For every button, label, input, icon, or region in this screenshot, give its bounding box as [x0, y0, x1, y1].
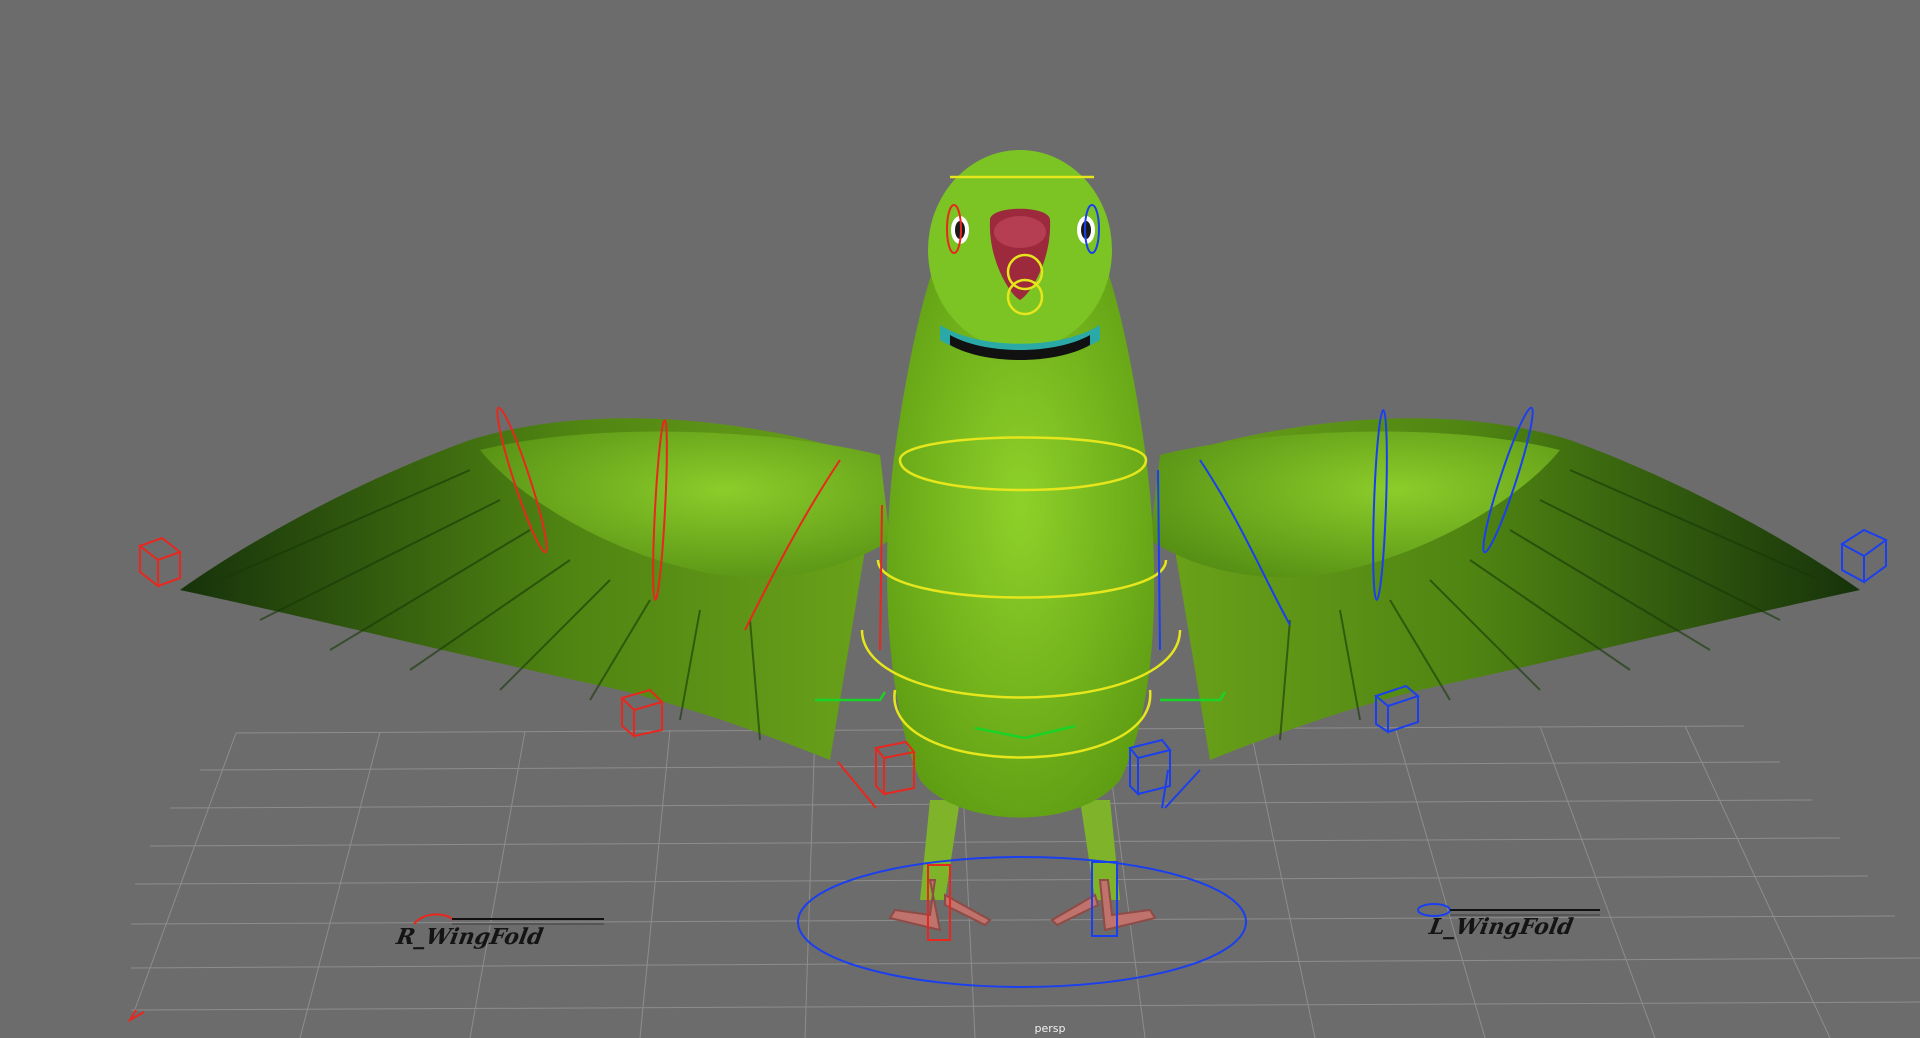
right-wing — [180, 418, 890, 760]
r-wingfold-label: R_WingFold — [394, 924, 546, 950]
r-knee-line — [837, 761, 877, 809]
perspective-viewport[interactable]: R_WingFold L_WingFold persp — [0, 0, 1920, 1038]
l-wingfold-label: L_WingFold — [1426, 914, 1575, 940]
parrot-body — [887, 150, 1155, 818]
r-wingfold-switch[interactable]: R_WingFold — [394, 918, 604, 950]
l-wingfold-switch[interactable]: L_WingFold — [1426, 909, 1600, 940]
viewport-origin-marker — [127, 1009, 145, 1023]
l-wingtip-box — [1840, 528, 1888, 584]
viewport-canvas[interactable]: R_WingFold L_WingFold — [0, 0, 1920, 1038]
r-leg-box — [874, 740, 916, 797]
l-leg-box — [1128, 738, 1172, 797]
camera-label: persp — [1034, 1022, 1066, 1035]
left-wing — [1150, 418, 1860, 760]
main-root-control — [797, 856, 1247, 988]
l-knee-line — [1161, 769, 1201, 809]
r-wingtip-box — [137, 536, 183, 589]
r-wing-box — [620, 688, 664, 739]
